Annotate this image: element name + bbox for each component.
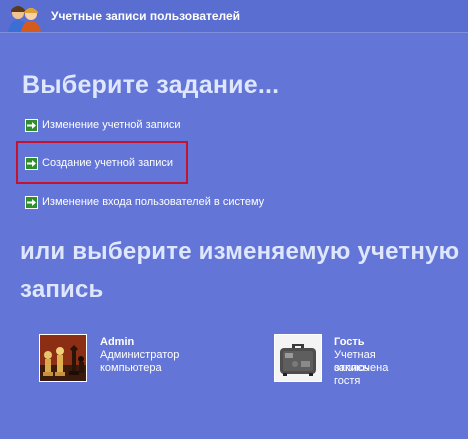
green-arrow-icon (25, 156, 38, 170)
users-icon (8, 6, 41, 32)
task-label: Изменение входа пользователей в систему (42, 196, 265, 208)
account-description: Администратор компьютера (100, 349, 180, 374)
subheading-line1: или выберите изменяемую учетную (20, 238, 460, 265)
account-description-line2: отключена (334, 362, 389, 374)
window-title: Учетные записи пользователей (51, 9, 241, 23)
green-arrow-icon (25, 118, 38, 132)
suitcase-icon (274, 334, 322, 382)
account-name: Гость (334, 336, 365, 348)
subheading-line2: запись (20, 276, 104, 303)
chess-icon (39, 334, 87, 382)
task-label: Изменение учетной записи (42, 119, 181, 131)
task-create-account[interactable]: Создание учетной записи (25, 155, 173, 171)
title-divider (0, 32, 468, 33)
task-label: Создание учетной записи (42, 157, 173, 169)
task-change-account[interactable]: Изменение учетной записи (25, 117, 181, 133)
green-arrow-icon (25, 195, 38, 209)
account-name: Admin (100, 336, 135, 348)
task-change-logon[interactable]: Изменение входа пользователей в систему (25, 194, 264, 210)
page-heading: Выберите задание... (22, 71, 280, 99)
title-bar: Учетные записи пользователей (0, 0, 468, 33)
